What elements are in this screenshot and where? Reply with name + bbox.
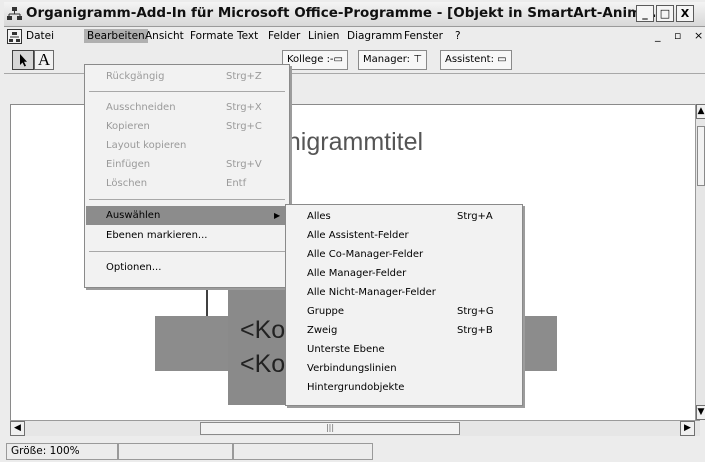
maximize-icon: □ xyxy=(659,7,671,20)
menu-datei[interactable]: Datei xyxy=(23,29,57,43)
mdi-minimize-icon[interactable]: _ xyxy=(655,29,661,42)
edit-menu: Rückgängig Strg+Z Ausschneiden Strg+X Kopi… xyxy=(84,64,290,288)
close-button[interactable]: X xyxy=(676,5,694,22)
submenu-item-all-comanager[interactable]: Alle Co-Manager-Felder xyxy=(287,245,521,264)
org-chart-app-icon xyxy=(7,7,22,20)
menu-help[interactable]: ? xyxy=(452,29,464,43)
submenu-arrow-icon: ▶ xyxy=(274,211,281,220)
scroll-down-icon[interactable]: ▼ xyxy=(696,405,705,420)
status-cell-2 xyxy=(118,443,233,460)
menu-fenster[interactable]: Fenster xyxy=(401,29,446,43)
status-bar: Größe: 100% xyxy=(4,440,705,462)
submenu-item-background-objects[interactable]: Hintergrundobjekte xyxy=(287,378,521,397)
org-box-right[interactable] xyxy=(520,316,557,371)
submenu-item-lowest-level[interactable]: Unterste Ebene xyxy=(287,340,521,359)
horizontal-scrollbar[interactable]: ◀ ||| ▶ xyxy=(10,420,700,436)
add-manager-button[interactable]: Manager: ⊤ xyxy=(358,50,427,70)
text-tool-button[interactable]: A xyxy=(34,50,54,70)
menu-separator xyxy=(89,251,285,252)
add-assistent-button[interactable]: Assistent: ▭ xyxy=(440,50,512,70)
menu-item-mark-levels[interactable]: Ebenen markieren... xyxy=(86,226,288,245)
close-icon: X xyxy=(680,7,690,20)
menu-separator xyxy=(89,91,285,92)
pointer-icon xyxy=(20,54,27,67)
maximize-button[interactable]: □ xyxy=(656,5,674,22)
chart-title[interactable]: anigrammtitel xyxy=(273,128,423,157)
submenu-item-group[interactable]: Gruppe Strg+G xyxy=(287,302,521,321)
menu-item-copy[interactable]: Kopieren Strg+C xyxy=(86,117,288,136)
window-title: Organigramm-Add-In für Microsoft Office-… xyxy=(26,5,657,21)
scroll-up-icon[interactable]: ▲ xyxy=(696,104,705,119)
document-icon[interactable] xyxy=(7,29,22,44)
menu-bearbeiten[interactable]: Bearbeiten xyxy=(84,29,148,43)
submenu-item-all-assistant[interactable]: Alle Assistent-Felder xyxy=(287,226,521,245)
menu-item-options[interactable]: Optionen... xyxy=(86,258,288,277)
menu-formate[interactable]: Formate xyxy=(187,29,236,43)
add-kollege-button[interactable]: Kollege :-▭ xyxy=(282,50,348,70)
menu-item-cut[interactable]: Ausschneiden Strg+X xyxy=(86,98,288,117)
menu-item-delete[interactable]: Löschen Entf xyxy=(86,174,288,193)
org-box-text-1[interactable]: <Ko xyxy=(240,316,285,345)
menu-item-copy-layout[interactable]: Layout kopieren xyxy=(86,136,288,155)
select-tool-button[interactable] xyxy=(12,50,34,70)
minimize-button[interactable]: _ xyxy=(636,5,654,22)
vertical-scrollbar[interactable]: ▲ ▼ xyxy=(695,104,705,420)
menu-separator xyxy=(89,199,285,200)
org-box-text-2[interactable]: <Ko xyxy=(240,350,285,379)
menu-text[interactable]: Text xyxy=(234,29,261,43)
select-submenu: Alles Strg+A Alle Assistent-Felder Alle C… xyxy=(285,204,523,406)
minimize-icon: _ xyxy=(642,7,648,20)
submenu-item-all-nonmanager[interactable]: Alle Nicht-Manager-Felder xyxy=(287,283,521,302)
menu-linien[interactable]: Linien xyxy=(305,29,342,43)
submenu-item-connector-lines[interactable]: Verbindungslinien xyxy=(287,359,521,378)
scroll-right-icon[interactable]: ▶ xyxy=(680,421,695,436)
menu-ansicht[interactable]: Ansicht xyxy=(142,29,187,43)
submenu-item-branch[interactable]: Zweig Strg+B xyxy=(287,321,521,340)
app-window: Organigramm-Add-In für Microsoft Office-… xyxy=(0,0,705,462)
org-box-left[interactable] xyxy=(155,316,230,371)
menu-bar: Datei Bearbeiten Ansicht Formate Text Fe… xyxy=(4,27,705,46)
scroll-grip: ||| xyxy=(325,423,335,432)
title-bar[interactable]: Organigramm-Add-In für Microsoft Office-… xyxy=(4,2,705,27)
status-cell-3 xyxy=(233,443,373,460)
mdi-close-icon[interactable]: × xyxy=(694,29,703,42)
horizontal-scroll-thumb[interactable]: ||| xyxy=(200,422,460,435)
zoom-status: Größe: 100% xyxy=(6,443,118,460)
menu-item-select[interactable]: Auswählen ▶ xyxy=(86,206,288,225)
submenu-item-all-manager[interactable]: Alle Manager-Felder xyxy=(287,264,521,283)
menu-diagramm[interactable]: Diagramm xyxy=(344,29,405,43)
menu-item-undo[interactable]: Rückgängig Strg+Z xyxy=(86,67,288,86)
menu-item-paste[interactable]: Einfügen Strg+V xyxy=(86,155,288,174)
scroll-left-icon[interactable]: ◀ xyxy=(10,421,25,436)
menu-felder[interactable]: Felder xyxy=(265,29,303,43)
mdi-restore-icon[interactable]: ▫ xyxy=(674,29,681,42)
vertical-scroll-thumb[interactable] xyxy=(697,126,705,186)
submenu-item-all[interactable]: Alles Strg+A xyxy=(287,207,521,226)
